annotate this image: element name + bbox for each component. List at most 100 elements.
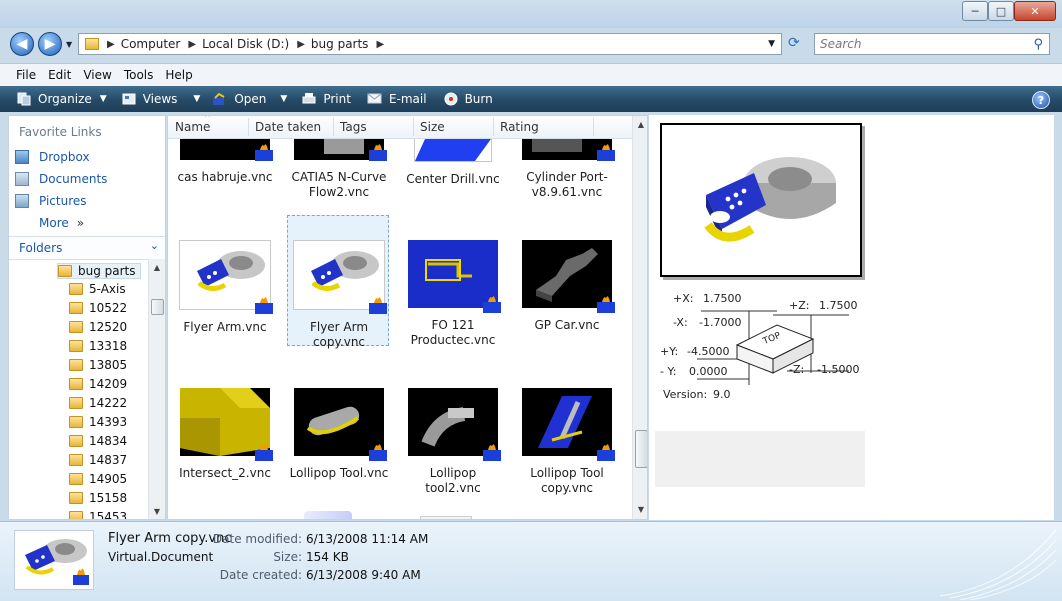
favorite-link-more[interactable]: More » bbox=[39, 216, 84, 230]
tree-item[interactable]: 15453 bbox=[69, 510, 127, 519]
file-item[interactable]: Flyer Arm.vnc bbox=[174, 240, 276, 335]
forward-button[interactable]: ▶ bbox=[38, 32, 62, 56]
favorite-link-pictures[interactable]: Pictures bbox=[15, 194, 87, 208]
details-file-type: Virtual.Document bbox=[108, 550, 214, 564]
tree-item[interactable]: 13805 bbox=[69, 358, 127, 372]
views-button[interactable]: Views ▼ bbox=[121, 92, 200, 106]
file-name: Flyer Arm copy.vnc bbox=[309, 320, 369, 349]
scroll-down-icon[interactable]: ▼ bbox=[635, 503, 647, 517]
column-header-row: Name ^ Date taken Tags Size Rating bbox=[168, 116, 632, 139]
column-divider[interactable] bbox=[413, 118, 414, 136]
vericut-file-icon bbox=[483, 444, 501, 461]
file-thumbnail bbox=[294, 388, 387, 461]
search-icon[interactable]: ⚲ bbox=[1033, 37, 1043, 52]
breadcrumb-local-disk[interactable]: Local Disk (D:) bbox=[202, 37, 289, 51]
menu-bar: File Edit View Tools Help bbox=[0, 63, 1062, 87]
tree-item[interactable]: 14393 bbox=[69, 415, 127, 429]
column-rating[interactable]: Rating bbox=[500, 120, 539, 134]
tree-item[interactable]: 14834 bbox=[69, 434, 127, 448]
tree-item[interactable]: 13318 bbox=[69, 339, 127, 353]
back-button[interactable]: ◀ bbox=[10, 32, 34, 56]
scroll-up-icon[interactable]: ▲ bbox=[151, 261, 163, 275]
refresh-icon[interactable]: ⟳ bbox=[788, 35, 800, 51]
tree-item[interactable]: 14905 bbox=[69, 472, 127, 486]
file-list-scrollbar[interactable]: ▲ ▼ bbox=[632, 116, 647, 519]
help-icon[interactable]: ? bbox=[1032, 91, 1050, 109]
vericut-file-icon bbox=[255, 144, 273, 161]
file-item[interactable]: Lollipop tool2.vnc bbox=[402, 388, 504, 496]
tree-scrollbar[interactable]: ▲ ▼ bbox=[148, 259, 165, 519]
open-button[interactable]: Open ▼ bbox=[212, 92, 287, 106]
folder-icon bbox=[69, 283, 83, 295]
recent-pages-dropdown-icon[interactable]: ▼ bbox=[66, 40, 72, 49]
scroll-thumb[interactable] bbox=[635, 430, 647, 468]
column-tags[interactable]: Tags bbox=[340, 120, 367, 134]
file-thumbnail bbox=[293, 240, 387, 314]
folder-icon bbox=[69, 492, 83, 504]
email-button[interactable]: E-mail bbox=[367, 92, 427, 106]
file-item[interactable]: Center Drill.vnc bbox=[402, 138, 504, 187]
scroll-up-icon[interactable]: ▲ bbox=[635, 118, 647, 132]
decorative-swoosh bbox=[939, 529, 1057, 600]
file-item[interactable]: Cylinder Port-v8.9.61.vnc bbox=[516, 138, 618, 200]
menu-help[interactable]: Help bbox=[165, 68, 192, 82]
search-input[interactable]: Search ⚲ bbox=[814, 33, 1050, 55]
column-divider[interactable] bbox=[248, 118, 249, 136]
file-item-selected[interactable]: Flyer Arm copy.vnc bbox=[288, 240, 390, 350]
tree-item[interactable]: 14209 bbox=[69, 377, 127, 391]
tree-item[interactable]: 14222 bbox=[69, 396, 127, 410]
file-name: Center Drill.vnc bbox=[406, 172, 500, 186]
open-app-icon bbox=[212, 92, 228, 106]
tree-item[interactable]: 5-Axis bbox=[69, 282, 126, 296]
tree-item[interactable]: 12520 bbox=[69, 320, 127, 334]
file-item[interactable]: Lollipop Tool.vnc bbox=[288, 388, 390, 481]
tree-item-label: 12520 bbox=[89, 320, 128, 334]
menu-file[interactable]: File bbox=[16, 68, 36, 82]
tree-item-bug-parts[interactable]: bug parts bbox=[57, 263, 141, 279]
close-button[interactable]: ✕ bbox=[1014, 1, 1056, 21]
burn-button[interactable]: Burn bbox=[443, 92, 493, 106]
favorite-link-label: Pictures bbox=[39, 194, 87, 208]
organize-label: Organize bbox=[38, 92, 92, 106]
print-button[interactable]: Print bbox=[301, 92, 351, 106]
file-item[interactable]: GP Car.vnc bbox=[516, 240, 618, 333]
file-name: cas habruje.vnc bbox=[177, 170, 273, 184]
minimize-button[interactable]: ─ bbox=[962, 1, 988, 21]
file-item[interactable]: Lollipop Tool copy.vnc bbox=[516, 388, 618, 496]
vericut-file-icon bbox=[597, 144, 615, 161]
file-item[interactable]: cas habruje.vnc bbox=[174, 138, 276, 185]
maximize-button[interactable]: □ bbox=[988, 1, 1014, 21]
column-divider[interactable] bbox=[333, 118, 334, 136]
folder-icon bbox=[69, 416, 83, 428]
column-date-taken[interactable]: Date taken bbox=[255, 120, 321, 134]
file-thumbnail-partial bbox=[304, 511, 352, 519]
file-item[interactable]: FO 121 Productec.vnc bbox=[402, 240, 504, 348]
address-dropdown-icon[interactable]: ▼ bbox=[768, 39, 775, 49]
file-thumbnail bbox=[414, 138, 492, 162]
double-chevron-icon: » bbox=[76, 216, 85, 230]
column-divider[interactable] bbox=[593, 118, 594, 136]
file-item[interactable]: CATIA5 N-Curve Flow2.vnc bbox=[288, 138, 390, 200]
breadcrumb-bug-parts[interactable]: bug parts bbox=[311, 37, 369, 51]
favorite-link-label: More bbox=[39, 216, 69, 230]
tree-item[interactable]: 14837 bbox=[69, 453, 127, 467]
folders-header[interactable]: Folders ⌄ bbox=[9, 236, 165, 260]
column-divider[interactable] bbox=[493, 118, 494, 136]
address-bar[interactable]: ▶ Computer ▶ Local Disk (D:) ▶ bug parts… bbox=[78, 33, 782, 55]
tree-item[interactable]: 15158 bbox=[69, 491, 127, 505]
menu-edit[interactable]: Edit bbox=[48, 68, 71, 82]
burn-disc-icon bbox=[443, 92, 459, 106]
scroll-down-icon[interactable]: ▼ bbox=[151, 505, 163, 519]
chevron-down-icon: ▼ bbox=[99, 94, 107, 104]
menu-tools[interactable]: Tools bbox=[124, 68, 154, 82]
column-name[interactable]: Name bbox=[175, 120, 210, 134]
favorite-link-dropbox[interactable]: Dropbox bbox=[15, 150, 90, 164]
organize-button[interactable]: Organize ▼ bbox=[16, 92, 107, 106]
column-size[interactable]: Size bbox=[420, 120, 445, 134]
scroll-thumb[interactable] bbox=[151, 299, 164, 315]
menu-view[interactable]: View bbox=[83, 68, 111, 82]
file-item[interactable]: Intersect_2.vnc bbox=[174, 388, 276, 481]
favorite-link-documents[interactable]: Documents bbox=[15, 172, 107, 186]
breadcrumb-computer[interactable]: Computer bbox=[121, 37, 181, 51]
tree-item[interactable]: 10522 bbox=[69, 301, 127, 315]
